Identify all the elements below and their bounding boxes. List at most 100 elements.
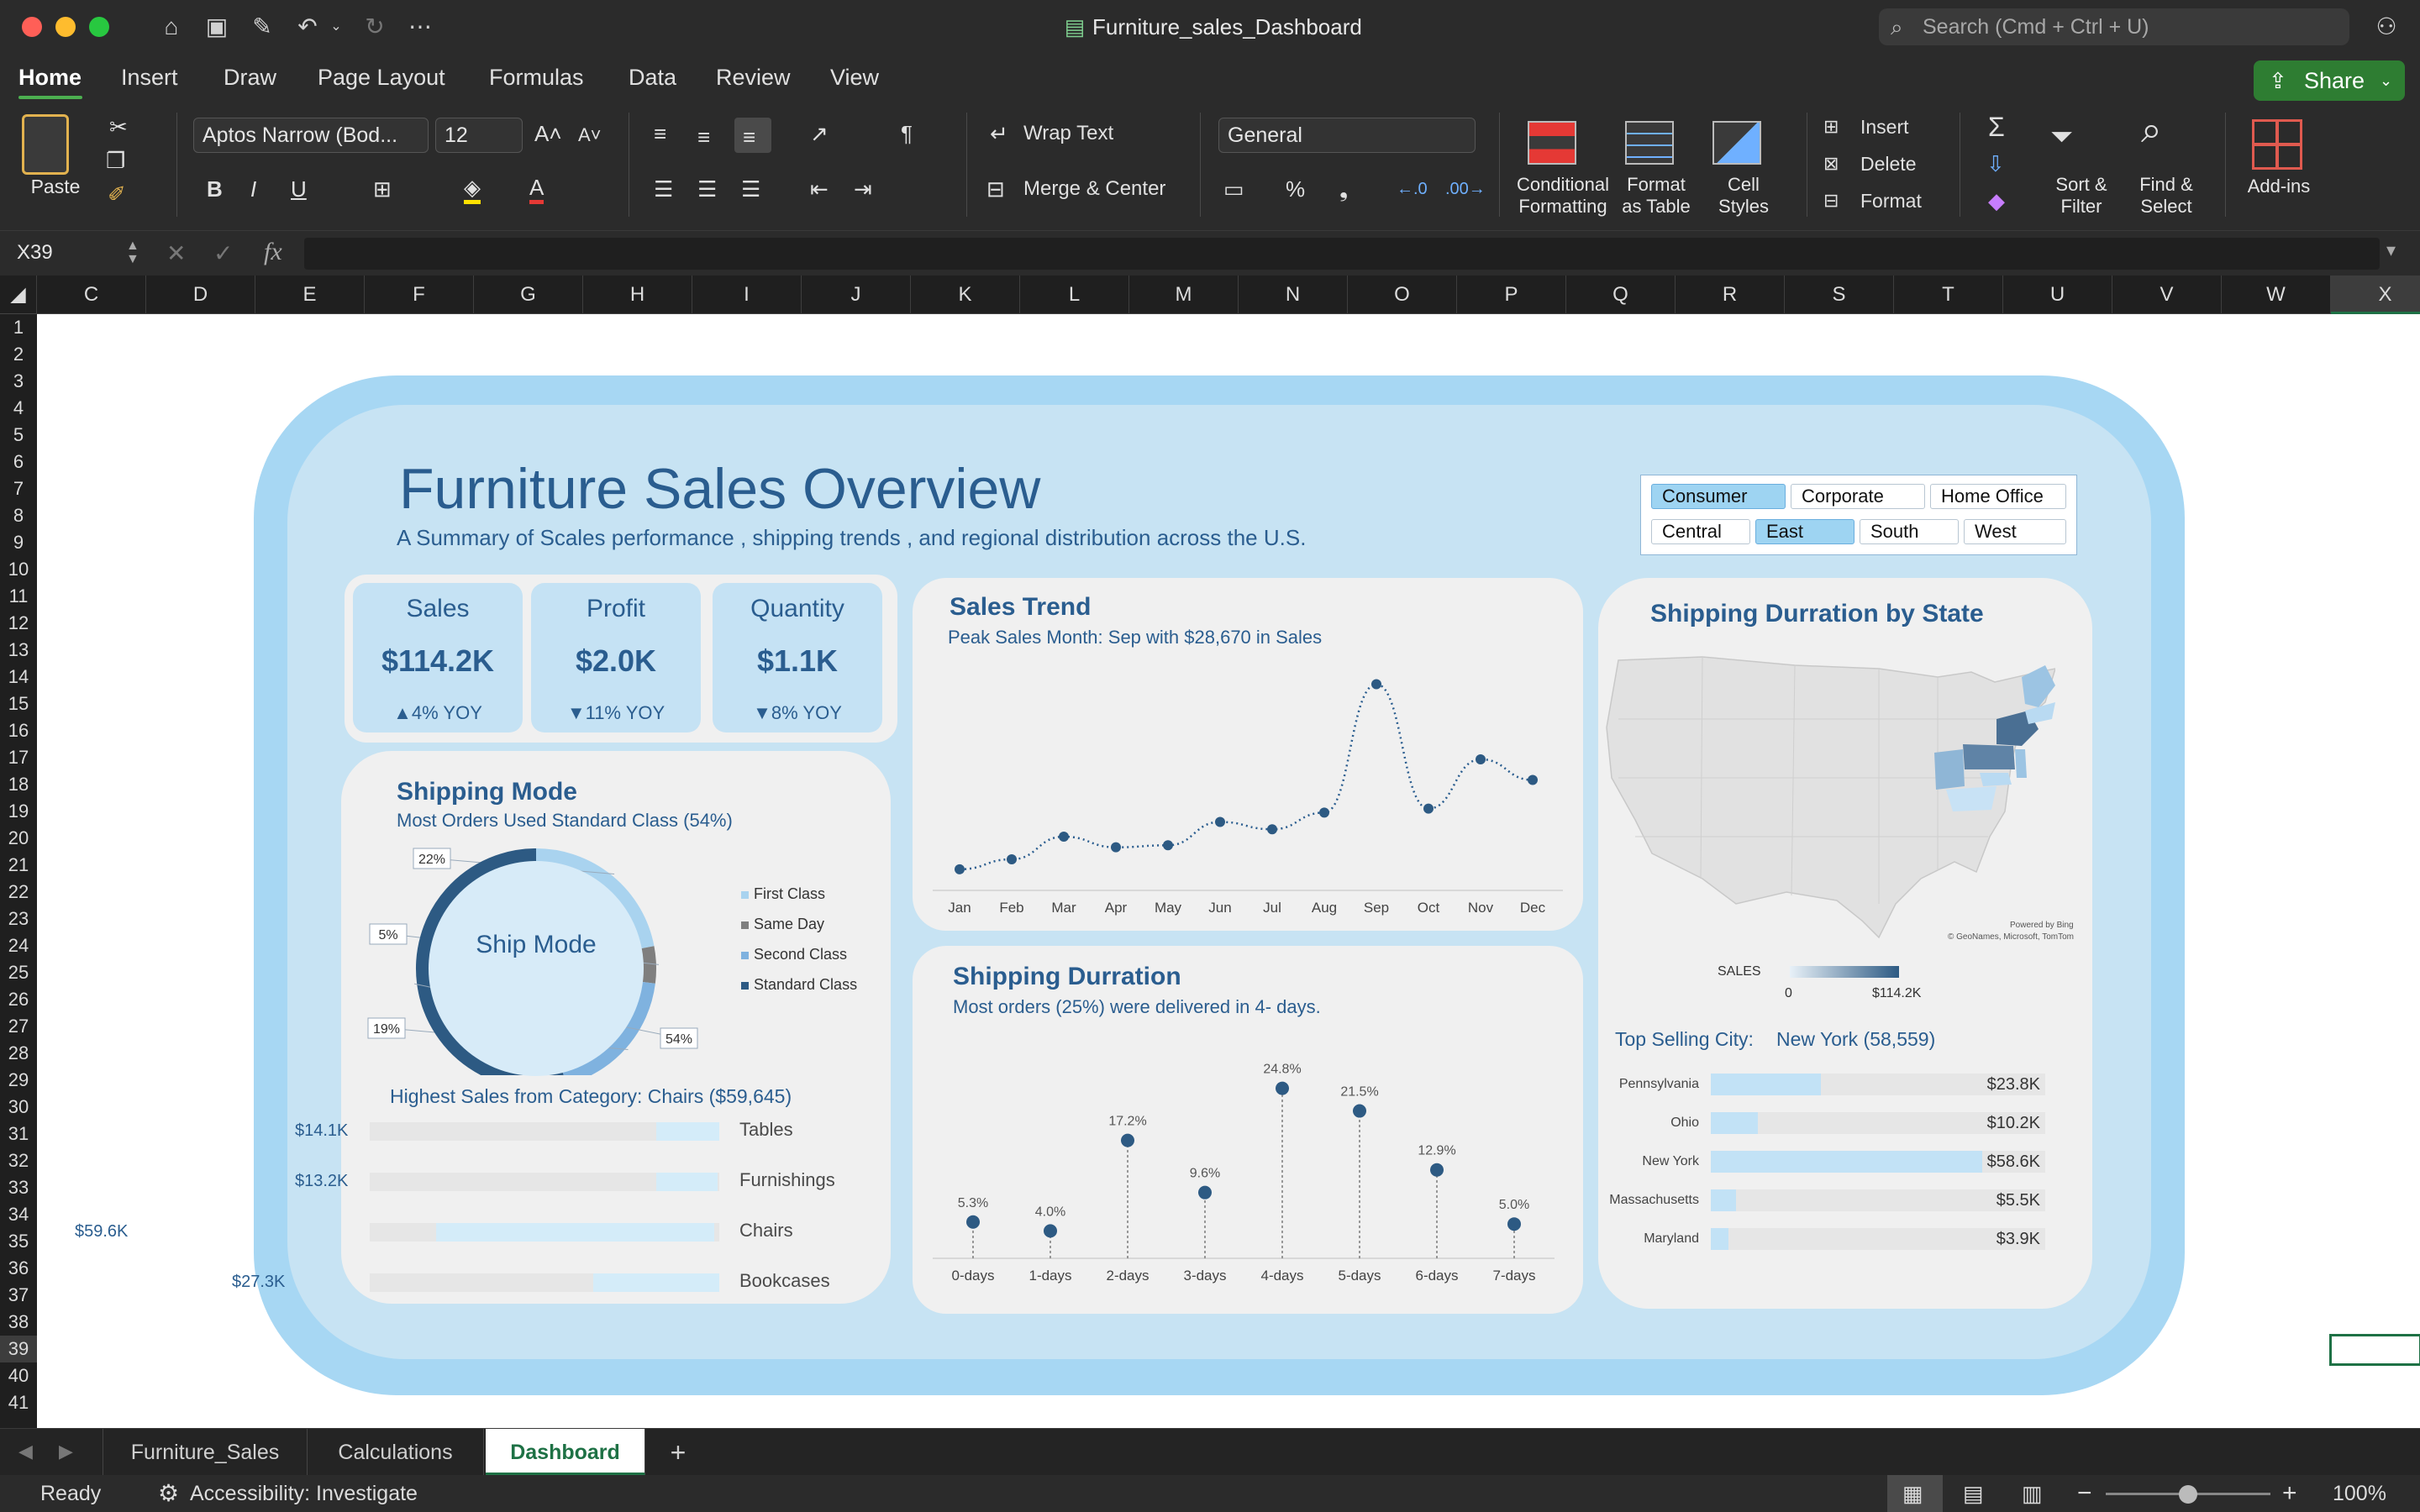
cut-icon[interactable]: ✂: [109, 114, 128, 139]
row-header-9[interactable]: 9: [0, 529, 37, 556]
select-all-corner[interactable]: ◢: [0, 276, 37, 314]
slicer-segment-home-office[interactable]: Home Office: [1930, 484, 2066, 509]
slicer-segment-corporate[interactable]: Corporate: [1791, 484, 1925, 509]
tab-home[interactable]: Home: [18, 62, 82, 92]
column-header-i[interactable]: I: [692, 276, 802, 314]
column-header-m[interactable]: M: [1129, 276, 1239, 314]
row-header-13[interactable]: 13: [0, 637, 37, 664]
row-header-36[interactable]: 36: [0, 1255, 37, 1282]
row-header-10[interactable]: 10: [0, 556, 37, 583]
slicer-region-central[interactable]: Central: [1651, 519, 1750, 544]
row-header-15[interactable]: 15: [0, 690, 37, 717]
sort-filter-label-2[interactable]: Filter: [2044, 197, 2119, 217]
enter-formula-icon[interactable]: ✓: [213, 239, 233, 267]
format-table-label-2[interactable]: as Table: [1610, 197, 1702, 217]
row-header-14[interactable]: 14: [0, 664, 37, 690]
format-cells-button[interactable]: Format: [1860, 188, 1922, 213]
undo-icon[interactable]: ↶: [291, 12, 324, 42]
row-header-4[interactable]: 4: [0, 395, 37, 422]
underline-button[interactable]: U: [291, 176, 307, 202]
search-input[interactable]: ⌕ Search (Cmd + Ctrl + U): [1879, 8, 2349, 45]
copy-icon[interactable]: ❐: [106, 148, 125, 173]
column-header-v[interactable]: V: [2112, 276, 2222, 314]
column-header-n[interactable]: N: [1239, 276, 1348, 314]
column-header-e[interactable]: E: [255, 276, 365, 314]
cancel-formula-icon[interactable]: ✕: [166, 239, 186, 267]
italic-button[interactable]: I: [250, 176, 256, 202]
accounting-format-icon[interactable]: ▭: [1223, 176, 1244, 202]
percent-button[interactable]: %: [1286, 176, 1305, 202]
column-header-p[interactable]: P: [1457, 276, 1566, 314]
sheet-tab-dashboard[interactable]: Dashboard: [486, 1429, 645, 1476]
save-icon[interactable]: ▣: [200, 12, 234, 42]
row-header-22[interactable]: 22: [0, 879, 37, 906]
tab-data[interactable]: Data: [629, 62, 676, 92]
column-header-l[interactable]: L: [1020, 276, 1129, 314]
tab-draw[interactable]: Draw: [224, 62, 276, 92]
format-as-table-icon[interactable]: [1625, 121, 1674, 165]
accessibility-icon[interactable]: ⚙: [158, 1475, 179, 1512]
font-size-select[interactable]: 12: [435, 118, 523, 153]
slicer-region-south[interactable]: South: [1860, 519, 1959, 544]
align-left-icon[interactable]: ☰: [654, 176, 673, 202]
sort-filter-icon[interactable]: ⏷: [2050, 123, 2073, 151]
row-header-25[interactable]: 25: [0, 959, 37, 986]
row-header-20[interactable]: 20: [0, 825, 37, 852]
minimize-window-button[interactable]: [55, 17, 76, 37]
row-header-41[interactable]: 41: [0, 1389, 37, 1416]
wrap-text-icon[interactable]: ↵: [990, 121, 1008, 146]
paragraph-direction-icon[interactable]: ¶: [901, 121, 913, 146]
autosum-icon[interactable]: Σ: [1988, 113, 2005, 140]
add-ins-label[interactable]: Add-ins: [2235, 176, 2323, 197]
insert-cells-button[interactable]: Insert: [1860, 114, 1909, 139]
row-header-7[interactable]: 7: [0, 475, 37, 502]
row-header-2[interactable]: 2: [0, 341, 37, 368]
insert-cells-icon[interactable]: ⊞: [1823, 114, 1839, 139]
align-middle-icon[interactable]: ≡: [697, 124, 710, 150]
tab-page-layout[interactable]: Page Layout: [318, 62, 445, 92]
zoom-out-button[interactable]: −: [2077, 1475, 2092, 1512]
row-header-12[interactable]: 12: [0, 610, 37, 637]
slicer-region-west[interactable]: West: [1964, 519, 2066, 544]
tab-review[interactable]: Review: [716, 62, 791, 92]
tab-formulas[interactable]: Formulas: [489, 62, 584, 92]
font-name-select[interactable]: Aptos Narrow (Bod...: [193, 118, 429, 153]
column-header-t[interactable]: T: [1894, 276, 2003, 314]
row-header-8[interactable]: 8: [0, 502, 37, 529]
column-header-c[interactable]: C: [37, 276, 146, 314]
fill-icon[interactable]: ⇩: [1986, 151, 2005, 176]
align-right-icon[interactable]: ☰: [741, 176, 760, 202]
row-header-21[interactable]: 21: [0, 852, 37, 879]
formula-input[interactable]: [304, 238, 2380, 270]
row-header-23[interactable]: 23: [0, 906, 37, 932]
row-header-16[interactable]: 16: [0, 717, 37, 744]
column-header-o[interactable]: O: [1348, 276, 1457, 314]
page-layout-view-icon[interactable]: ▤: [1963, 1475, 1984, 1512]
format-cells-icon[interactable]: ⊟: [1823, 188, 1839, 213]
row-header-5[interactable]: 5: [0, 422, 37, 449]
column-header-d[interactable]: D: [146, 276, 255, 314]
name-box-stepper-icon[interactable]: ▲ ▼: [126, 239, 139, 266]
row-header-26[interactable]: 26: [0, 986, 37, 1013]
sheet-tab-furniture-sales[interactable]: Furniture_Sales: [103, 1429, 308, 1476]
find-select-label-2[interactable]: Select: [2126, 197, 2207, 217]
sheet-tab-calculations[interactable]: Calculations: [308, 1429, 484, 1476]
expand-formula-icon[interactable]: ▾: [2386, 239, 2396, 261]
row-header-27[interactable]: 27: [0, 1013, 37, 1040]
decrease-decimal-icon[interactable]: .00→: [1445, 176, 1486, 202]
row-header-1[interactable]: 1: [0, 314, 37, 341]
increase-indent-icon[interactable]: ⇥: [854, 176, 872, 202]
paste-icon[interactable]: [22, 114, 69, 175]
close-window-button[interactable]: [22, 17, 42, 37]
decrease-indent-icon[interactable]: ⇤: [810, 176, 829, 202]
find-select-label-1[interactable]: Find &: [2126, 175, 2207, 195]
conditional-formatting-icon[interactable]: [1528, 121, 1576, 165]
redo-icon[interactable]: ↻: [358, 12, 392, 42]
row-header-35[interactable]: 35: [0, 1228, 37, 1255]
prev-sheet-icon[interactable]: ◀: [18, 1441, 33, 1462]
align-center-icon[interactable]: ☰: [697, 176, 717, 202]
row-header-29[interactable]: 29: [0, 1067, 37, 1094]
row-header-11[interactable]: 11: [0, 583, 37, 610]
increase-font-icon[interactable]: A˄: [534, 121, 562, 146]
clear-icon[interactable]: ◆: [1988, 188, 2005, 213]
